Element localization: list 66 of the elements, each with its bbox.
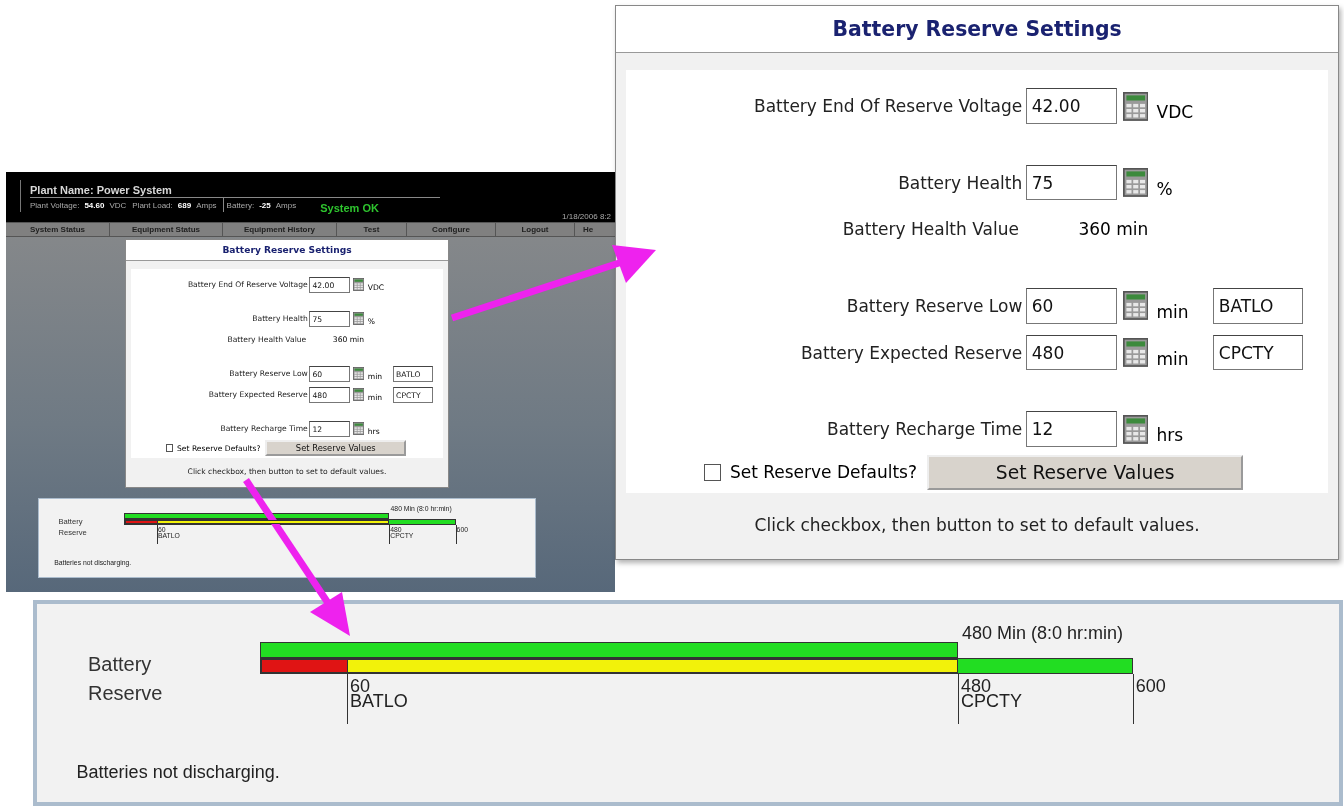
nav-tab[interactable]: Test: [337, 223, 407, 236]
nav-tab[interactable]: Configure: [407, 223, 496, 236]
unit-label: hrs: [1155, 425, 1185, 448]
stat-label: Plant Voltage:: [30, 200, 80, 210]
hint-text: Click checkbox, then button to set to default values.: [753, 513, 1201, 537]
panel-title: Battery Reserve Settings: [616, 6, 1339, 54]
number-field[interactable]: 75: [1025, 164, 1118, 201]
tick-mark: [455, 525, 457, 545]
stat-unit: VDC: [109, 200, 127, 210]
tick-mark: [1133, 674, 1134, 724]
status-text: System OK: [320, 202, 379, 214]
plant-name: Plant Name: Power System: [30, 180, 440, 198]
checkbox-label: Set Reserve Defaults?: [729, 462, 917, 483]
value-text: 360 min: [1077, 219, 1150, 240]
unit-label: VDC: [1155, 102, 1195, 125]
stat-unit: Amps: [196, 200, 217, 210]
set-values-button[interactable]: Set Reserve Values: [265, 440, 407, 457]
tick-label: BATLO: [350, 693, 408, 710]
unit-label: min: [1155, 348, 1190, 371]
calculator-icon[interactable]: [1122, 291, 1149, 321]
checkbox[interactable]: [165, 444, 174, 453]
stat-value: 689: [177, 200, 192, 210]
calculator-icon[interactable]: [352, 422, 364, 436]
nav-tab[interactable]: Equipment Status: [110, 223, 223, 236]
unit-label: min: [1155, 302, 1190, 324]
stat-value: -25: [259, 200, 271, 210]
field-label: Battery Health: [898, 172, 1024, 193]
calculator-icon[interactable]: [1122, 414, 1149, 444]
checkbox[interactable]: [704, 463, 722, 481]
date-text: 1/18/2006 8:2: [562, 212, 611, 221]
tag-field[interactable]: CPCTY: [1212, 334, 1303, 371]
calculator-icon[interactable]: [352, 312, 364, 326]
number-field[interactable]: 60: [1025, 288, 1118, 324]
calculator-icon[interactable]: [1122, 338, 1149, 367]
calculator-icon[interactable]: [1122, 168, 1149, 198]
nav-tab[interactable]: Logout: [496, 223, 575, 236]
bar-caption: 480 Min (8:0 hr:min): [962, 624, 1124, 642]
tick-label: 600: [1135, 678, 1166, 694]
field-label: Battery Health Value: [842, 219, 1020, 240]
calculator-icon[interactable]: [352, 388, 364, 402]
stat-label: Battery:: [226, 200, 255, 210]
unit-label: %: [1155, 178, 1174, 201]
calculator-icon[interactable]: [352, 367, 364, 381]
nav-tab[interactable]: System Status: [6, 223, 110, 236]
calculator-icon[interactable]: [352, 278, 364, 292]
status-text: Batteries not discharging.: [76, 761, 281, 783]
gauge-label: Battery Reserve: [88, 652, 164, 706]
field-label: Battery Expected Reserve: [800, 342, 1024, 363]
stat-unit: Amps: [275, 200, 297, 210]
tick-label: 60: [350, 678, 370, 694]
nav-tab[interactable]: He: [575, 223, 615, 236]
field-label: Battery Recharge Time: [826, 419, 1024, 440]
field-label: Battery End Of Reserve Voltage: [754, 96, 1024, 117]
number-field[interactable]: 480: [1025, 334, 1118, 371]
calculator-icon[interactable]: [1122, 91, 1149, 121]
set-values-button[interactable]: Set Reserve Values: [927, 454, 1244, 491]
number-field[interactable]: 42.00: [1025, 88, 1118, 124]
stat-value: 54.60: [84, 200, 105, 210]
tick-label: CPCTY: [961, 693, 1023, 710]
tick-label: 480: [961, 678, 992, 694]
stat-label: Plant Load:: [132, 200, 173, 210]
field-label: Battery Reserve Low: [846, 295, 1024, 316]
panel-title: Battery Reserve Settings: [126, 240, 448, 262]
number-field[interactable]: 12: [1025, 411, 1118, 447]
tag-field[interactable]: BATLO: [1212, 288, 1303, 324]
nav-tab[interactable]: Equipment History: [223, 223, 337, 236]
